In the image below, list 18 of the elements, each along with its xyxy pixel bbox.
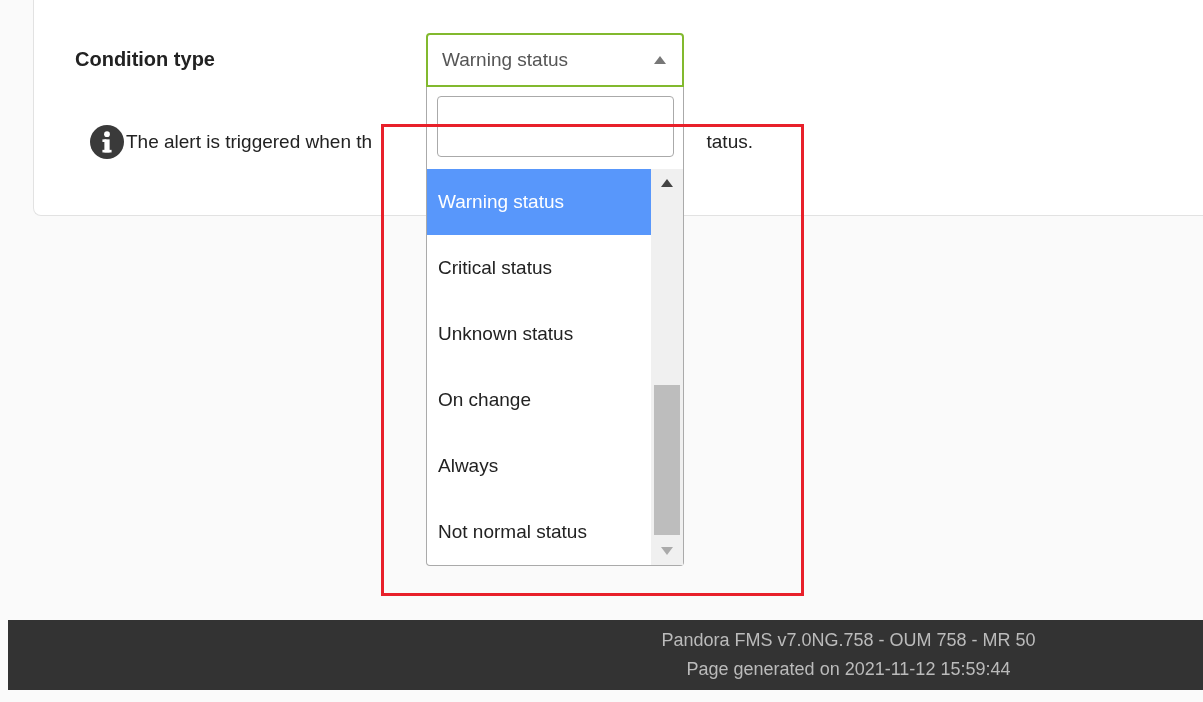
dropdown-option[interactable]: Always	[427, 433, 651, 499]
condition-select[interactable]: Warning status	[426, 33, 684, 87]
dropdown-option[interactable]: Unknown status	[427, 301, 651, 367]
scroll-up-icon[interactable]	[661, 179, 673, 187]
dropdown-option[interactable]: Not normal status	[427, 499, 651, 565]
scrollbar-thumb[interactable]	[654, 385, 680, 535]
dropdown-option[interactable]: On change	[427, 367, 651, 433]
footer-text: Pandora FMS v7.0NG.758 - OUM 758 - MR 50	[661, 630, 1036, 651]
help-text: tatus.	[706, 131, 753, 153]
info-icon	[90, 125, 124, 159]
caret-icon	[654, 56, 666, 64]
dropdown-option[interactable]: Critical status	[427, 235, 651, 301]
footer-text: Page generated on 2021-11-12 15:59:44	[686, 659, 1011, 680]
field-label: Condition type	[75, 48, 215, 70]
scrollbar[interactable]	[651, 169, 683, 565]
help-text: The alert is triggered when th	[126, 131, 373, 153]
search-field[interactable]	[437, 96, 674, 157]
scroll-down-icon[interactable]	[661, 547, 673, 555]
